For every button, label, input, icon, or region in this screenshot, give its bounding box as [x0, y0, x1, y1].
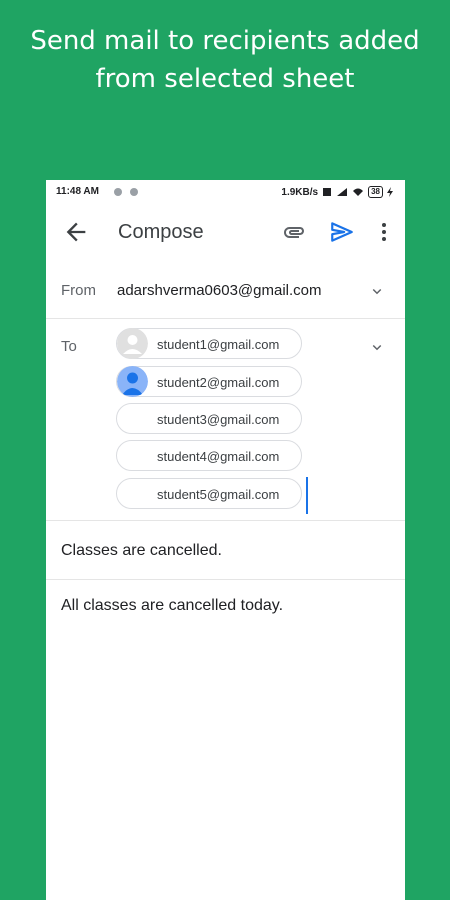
headline-line-1: Send mail to recipients added: [30, 26, 420, 56]
back-arrow-icon[interactable]: [62, 218, 90, 246]
headline-line-2: from selected sheet: [95, 64, 355, 94]
avatar: [117, 328, 148, 359]
send-icon[interactable]: [329, 219, 355, 245]
recipient-chip[interactable]: student1@gmail.com: [116, 328, 302, 359]
divider: [46, 579, 405, 580]
recipient-chip[interactable]: student3@gmail.com: [116, 403, 302, 434]
recipient-chip[interactable]: student4@gmail.com: [116, 440, 302, 471]
page-title: Compose: [118, 221, 204, 243]
from-label: From: [61, 282, 96, 299]
signal-icon: [337, 188, 348, 196]
status-bar: 11:48 AM 1.9KB/s 38: [46, 180, 405, 204]
from-email[interactable]: adarshverma0603@gmail.com: [117, 282, 322, 299]
compose-body[interactable]: All classes are cancelled today.: [61, 597, 283, 615]
network-speed: 1.9KB/s: [281, 186, 319, 198]
notification-dot-icon: [130, 188, 138, 196]
charging-icon: [387, 187, 393, 197]
recipient-email: student2@gmail.com: [157, 375, 280, 390]
divider: [46, 318, 405, 319]
headline: Send mail to recipients added from selec…: [0, 22, 450, 98]
status-right-group: 1.9KB/s 38: [281, 186, 393, 198]
status-time: 11:48 AM: [56, 186, 99, 197]
divider: [46, 520, 405, 521]
data-icon: [323, 188, 332, 196]
text-cursor: [306, 477, 308, 514]
battery-icon: 38: [368, 186, 383, 198]
more-vert-icon[interactable]: [374, 219, 394, 245]
person-avatar-icon: [117, 366, 148, 397]
attach-icon[interactable]: [282, 220, 306, 244]
phone-screen: 11:48 AM 1.9KB/s 38 Compose From adarshv…: [46, 180, 405, 900]
notification-dot-icon: [114, 188, 122, 196]
default-avatar-icon: [117, 328, 148, 359]
chevron-down-icon[interactable]: [368, 282, 386, 300]
recipient-email: student4@gmail.com: [157, 449, 280, 464]
avatar: [117, 366, 148, 397]
app-bar: Compose: [46, 204, 405, 260]
chevron-down-icon[interactable]: [368, 338, 386, 356]
to-label: To: [61, 338, 77, 355]
recipient-email: student5@gmail.com: [157, 487, 280, 502]
recipient-email: student3@gmail.com: [157, 412, 280, 427]
recipient-email: student1@gmail.com: [157, 337, 280, 352]
recipient-chip[interactable]: student2@gmail.com: [116, 366, 302, 397]
recipient-chip[interactable]: student5@gmail.com: [116, 478, 302, 509]
wifi-icon: [353, 188, 364, 196]
subject-field[interactable]: Classes are cancelled.: [61, 542, 222, 560]
